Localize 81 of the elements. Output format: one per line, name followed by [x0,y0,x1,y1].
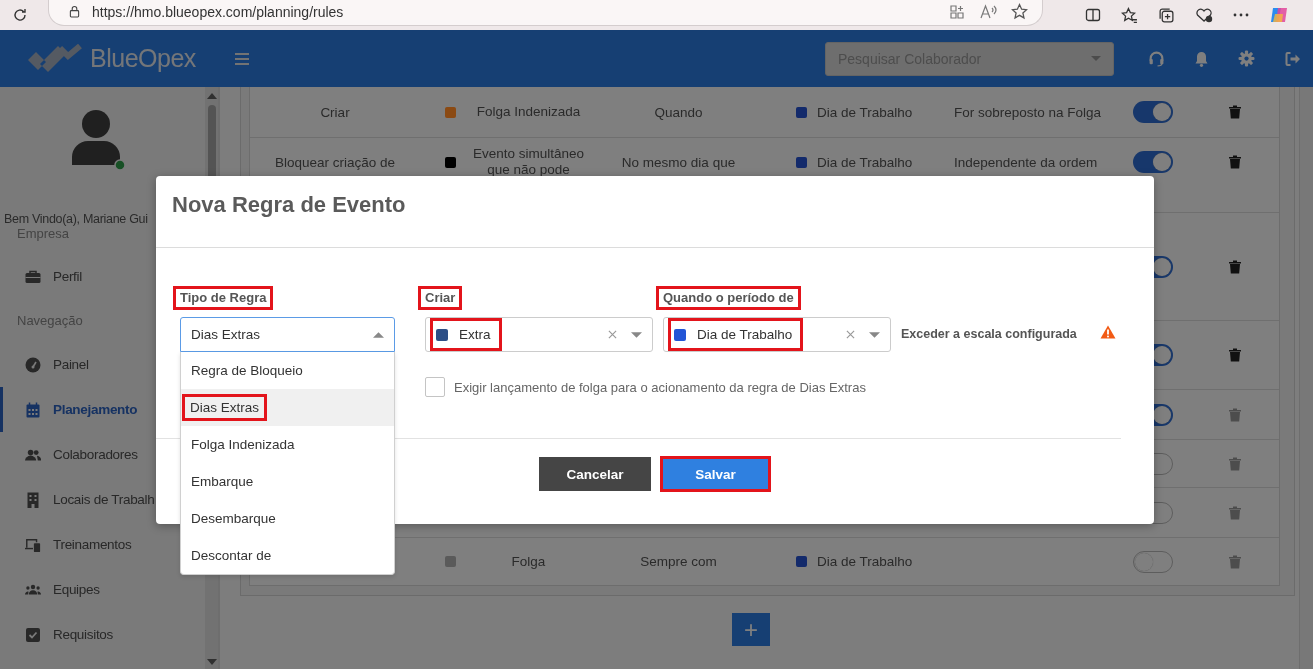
app-grid-icon[interactable] [949,3,965,20]
table-cell: For sobreposto na Folga [954,104,1102,120]
dropdown-option[interactable]: Desembarque [181,500,394,537]
headset-icon[interactable] [1148,50,1165,67]
nav-item[interactable]: Equipes [0,567,100,612]
modal-title: Nova Regra de Evento [172,191,406,218]
table-cell: Criar [320,104,350,120]
gauge-icon [25,356,41,373]
menu-icon[interactable] [235,52,249,65]
team-icon [25,583,41,596]
caret-icon [373,331,384,338]
note-text: Exceder a escala configurada [901,327,1077,341]
scroll-up-icon[interactable] [206,93,217,99]
copilot-icon[interactable] [1269,5,1289,25]
dropdown-option[interactable]: Descontar de [181,537,394,574]
dropdown-option[interactable]: Regra de Bloqueio [181,352,394,389]
toggle-switch[interactable] [1133,151,1173,173]
table-cell: Dia de Trabalho [817,154,913,170]
table-cell: Bloquear criação de [274,154,396,170]
logo-text: BlueOpex [90,44,196,73]
select-field[interactable]: Dias Extras [180,317,395,352]
table-cell: Quando [654,104,703,120]
split-screen-icon[interactable] [1085,7,1101,23]
building-icon [25,491,41,508]
select-field[interactable]: Dia de Trabalho [663,317,891,352]
nav-item[interactable]: Colaboradores [0,432,138,477]
star-icon[interactable] [1011,3,1028,20]
nav-item[interactable]: Locais de Trabalh [0,477,155,522]
nav-item[interactable]: Perfil [0,254,82,299]
lock-icon [69,5,80,18]
calendar-icon [25,401,41,418]
more-icon[interactable] [1233,13,1249,17]
delete-icon[interactable] [1228,155,1241,169]
nav-item[interactable]: Treinamentos [0,522,132,567]
table-cell: Dia de Trabalho [817,104,913,120]
caret-icon [869,331,880,338]
delete-icon[interactable] [1228,259,1241,274]
field-label: Quando o período de [656,286,801,310]
favorites-icon[interactable] [1121,6,1138,24]
checkbox[interactable] [425,377,445,397]
table-cell-text: Folga [510,553,547,570]
delete-icon[interactable] [1228,348,1241,362]
clear-icon[interactable] [846,330,855,339]
address-bar[interactable]: https://hmo.blueopex.com/planning/rules [48,0,1043,26]
field-label: Criar [418,286,463,310]
devices-icon [25,536,41,553]
table-cell: Independente da ordem [954,154,1098,170]
bell-icon[interactable] [1194,50,1209,67]
read-aloud-icon[interactable] [979,3,997,20]
checkbox-label: Exigir lançamento de folga para o acionamento da regra de Dias Extras [454,379,866,395]
table-cell: No mesmo dia que [621,154,736,170]
caret-icon [1091,56,1101,61]
heart-pulse-icon[interactable] [1195,7,1213,23]
cancel-button[interactable]: Cancelar [539,457,651,491]
table-cell-text: Evento simultâneo que não pode [471,146,586,178]
delete-icon[interactable] [1228,105,1241,119]
select-field[interactable]: Extra [425,317,653,352]
table-cell: Dia de Trabalho [817,554,913,569]
clear-icon[interactable] [608,330,617,339]
scrollbar-track[interactable] [1299,87,1313,669]
table-cell: Sempre com [640,554,717,569]
dropdown-option[interactable]: Folga Indenizada [181,426,394,463]
dropdown-option[interactable]: Embarque [181,463,394,500]
field-label: Tipo de Regra [173,286,274,310]
dropdown-option[interactable]: Dias Extras [181,389,394,426]
logo-icon [26,43,82,74]
toggle-switch[interactable] [1133,550,1173,573]
briefcase-icon [25,269,41,284]
save-button[interactable]: Salvar [660,456,771,492]
nav-item[interactable]: Requisitos [0,612,114,657]
logout-icon[interactable] [1284,50,1301,67]
scroll-down-icon[interactable] [206,659,217,665]
collections-icon[interactable] [1158,6,1175,24]
settings-icon[interactable] [1238,50,1255,67]
checkbox-icon [25,627,41,642]
users-icon [25,447,41,462]
reload-icon[interactable] [12,7,28,23]
caret-icon [631,331,642,338]
toggle-switch[interactable] [1133,101,1173,123]
greeting-text: Bem Vindo(a), Mariane Gui [3,211,149,228]
table-cell-text: Folga Indenizada [475,104,582,120]
